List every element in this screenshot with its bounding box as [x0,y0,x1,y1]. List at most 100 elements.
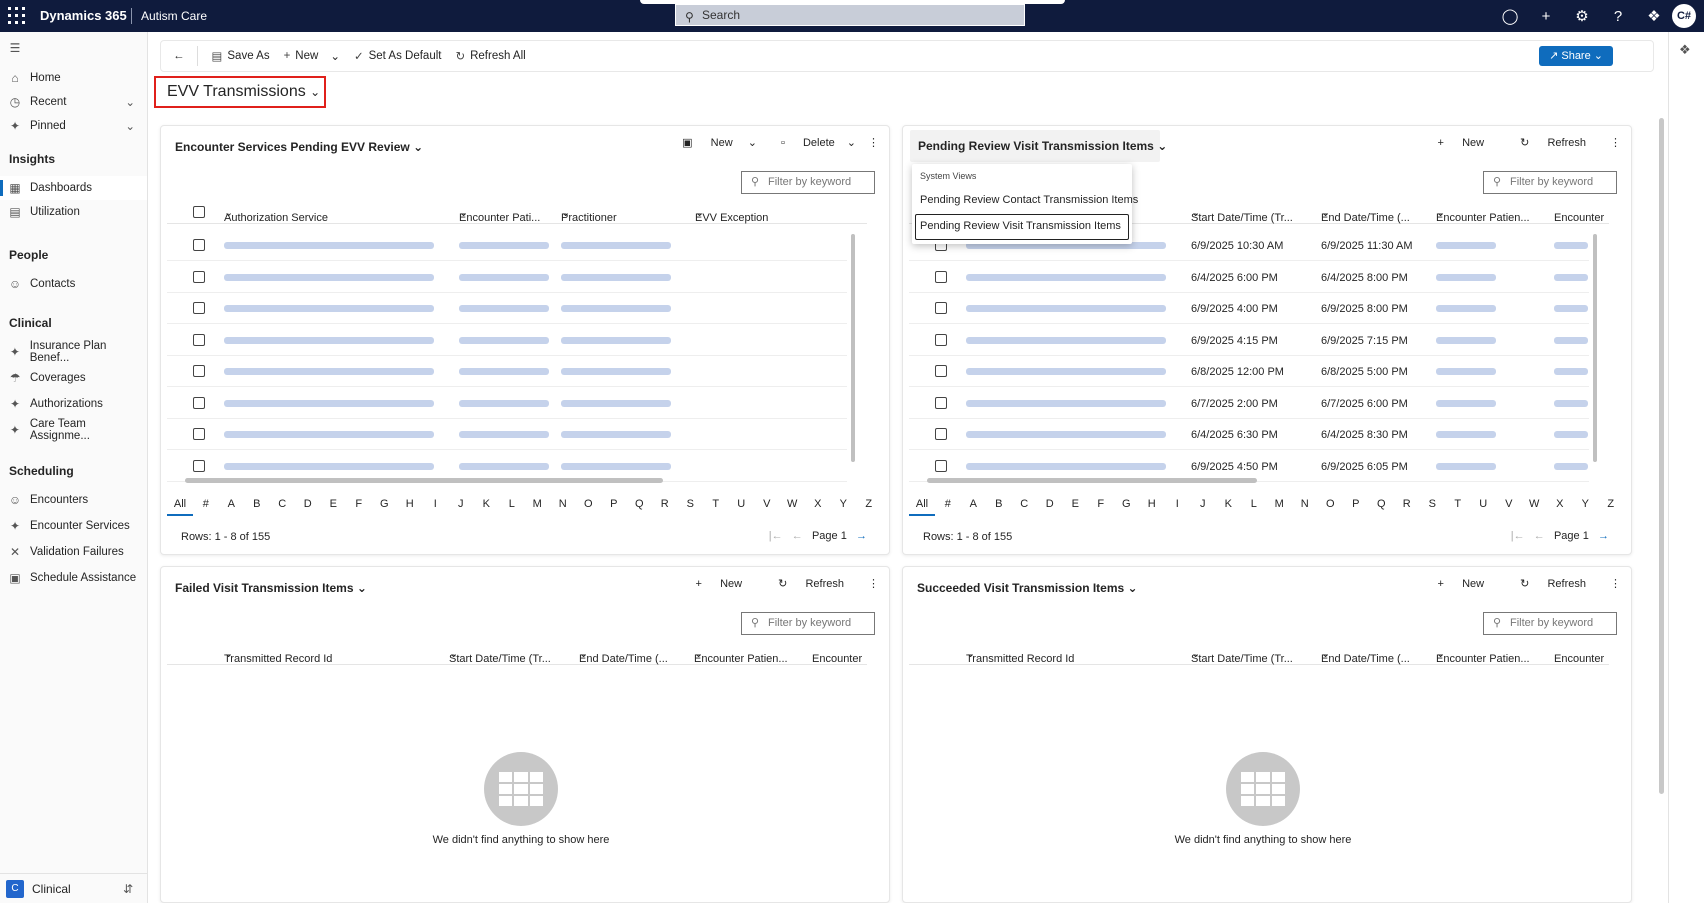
redacted-cell[interactable] [224,303,434,315]
redacted-cell[interactable] [1436,366,1496,378]
row-checkbox[interactable] [935,270,947,283]
alphabet-letter[interactable]: Q [1369,498,1395,510]
sidebar-item-authorizations[interactable]: ✦ Authorizations [0,392,147,416]
row-checkbox[interactable] [193,333,205,346]
alphabet-letter[interactable]: D [295,498,321,510]
alphabet-letter[interactable]: Z [1598,498,1624,510]
alphabet-letter[interactable]: D [1037,498,1063,510]
sidebar-item-insurance[interactable]: ✦ Insurance Plan Benef... [0,340,147,364]
select-all-checkbox[interactable] [193,206,205,218]
redacted-cell[interactable] [459,461,549,473]
alphabet-letter[interactable]: R [652,498,678,510]
table-row[interactable] [167,262,847,293]
table-row[interactable] [167,451,847,482]
next-page-icon[interactable]: → [856,530,867,542]
filter-input[interactable]: ⚲ Filter by keyword [741,612,875,635]
alphabet-letter[interactable]: M [1267,498,1293,510]
alphabet-letter[interactable]: U [729,498,755,510]
start-time-cell[interactable]: 6/7/2025 2:00 PM [1191,398,1278,410]
column-header[interactable]: Start Date/Time (Tr... ⌄ [1191,206,1293,224]
redacted-cell[interactable] [1436,398,1496,410]
end-time-cell[interactable]: 6/4/2025 8:00 PM [1321,272,1408,284]
grid-horizontal-scrollbar[interactable] [185,478,663,483]
sidebar-item-utilization[interactable]: ▤ Utilization [0,200,147,224]
brand-title[interactable]: Dynamics 365 [40,8,127,23]
start-time-cell[interactable]: 6/9/2025 4:15 PM [1191,335,1278,347]
redacted-cell[interactable] [966,335,1166,347]
end-time-cell[interactable]: 6/4/2025 8:30 PM [1321,429,1408,441]
app-name[interactable]: Autism Care [141,9,207,23]
set-as-default-button[interactable]: ✓ Set As Default [354,49,442,63]
redacted-cell[interactable] [1554,366,1588,378]
alphabet-letter[interactable]: R [1394,498,1420,510]
more-icon[interactable]: ⋮ [1610,577,1621,590]
alphabet-letter[interactable]: A [219,498,245,510]
table-row[interactable] [167,325,847,356]
table-row[interactable]: 6/9/2025 4:50 PM 6/9/2025 6:05 PM [909,451,1589,482]
redacted-cell[interactable] [966,272,1166,284]
alphabet-letter[interactable]: V [1496,498,1522,510]
alphabet-letter[interactable]: X [1547,498,1573,510]
end-time-cell[interactable]: 6/9/2025 11:30 AM [1321,240,1413,252]
column-header[interactable]: Encounter Patien... ⌄ [694,647,788,665]
redacted-cell[interactable] [224,398,434,410]
column-header[interactable]: Start Date/Time (Tr... ⌄ [449,647,551,665]
new-button[interactable]: ▣ New ⌄ [670,136,757,149]
table-row[interactable] [167,356,847,387]
back-button[interactable]: ← [173,50,185,62]
row-checkbox[interactable] [193,428,205,440]
alphabet-letter[interactable]: G [1114,498,1140,510]
alphabet-letter[interactable]: V [754,498,780,510]
redacted-cell[interactable] [561,366,671,378]
alphabet-letter[interactable]: H [397,498,423,510]
alphabet-letter[interactable]: I [423,498,449,510]
end-time-cell[interactable]: 6/9/2025 8:00 PM [1321,303,1408,315]
redacted-cell[interactable] [1436,335,1496,347]
chevron-down-icon[interactable]: ⌄ [847,136,856,149]
column-header[interactable]: End Date/Time (... ⌄ [579,647,668,665]
alphabet-letter[interactable]: P [1343,498,1369,510]
page-scrollbar[interactable] [1659,118,1664,794]
alphabet-letter[interactable]: B [244,498,270,510]
table-row[interactable] [167,293,847,324]
sidebar-item-validation-failures[interactable]: ✕ Validation Failures [0,540,147,564]
alphabet-letter[interactable]: I [1165,498,1191,510]
alphabet-letter[interactable]: K [474,498,500,510]
new-button[interactable]: + New ⌄ [284,49,340,63]
redacted-cell[interactable] [966,366,1166,378]
end-time-cell[interactable]: 6/9/2025 6:05 PM [1321,461,1408,473]
table-row[interactable] [167,419,847,450]
start-time-cell[interactable]: 6/9/2025 4:00 PM [1191,303,1278,315]
alphabet-letter[interactable]: W [1522,498,1548,510]
table-row[interactable]: 6/4/2025 6:00 PM 6/4/2025 8:00 PM [909,262,1589,293]
redacted-cell[interactable] [561,240,671,252]
redacted-cell[interactable] [561,461,671,473]
prev-page-icon[interactable]: ← [1534,530,1545,542]
redacted-cell[interactable] [1554,461,1588,473]
first-page-icon[interactable]: |← [769,530,783,542]
table-row[interactable]: 6/7/2025 2:00 PM 6/7/2025 6:00 PM [909,388,1589,419]
dropdown-item-contact[interactable]: Pending Review Contact Transmission Item… [920,194,1138,206]
redacted-cell[interactable] [1436,429,1496,441]
table-row[interactable]: 6/4/2025 6:30 PM 6/4/2025 8:30 PM [909,419,1589,450]
redacted-cell[interactable] [966,461,1166,473]
column-header[interactable]: End Date/Time (... ⌄ [1321,647,1410,665]
lightbulb-icon[interactable]: ◯ [1492,7,1528,25]
alphabet-letter[interactable]: F [346,498,372,510]
chevron-down-icon[interactable]: ⌄ [330,49,340,63]
alphabet-letter[interactable]: L [499,498,525,510]
redacted-cell[interactable] [1554,335,1588,347]
filter-input[interactable]: ⚲ Filter by keyword [1483,171,1617,194]
start-time-cell[interactable]: 6/4/2025 6:30 PM [1191,429,1278,441]
grid-vertical-scrollbar[interactable] [851,234,855,462]
prev-page-icon[interactable]: ← [792,530,803,542]
first-page-icon[interactable]: |← [1511,530,1525,542]
alphabet-letter[interactable]: E [321,498,347,510]
row-checkbox[interactable] [193,459,205,472]
column-header[interactable]: Start Date/Time (Tr... ⌄ [1191,647,1293,665]
sidebar-item-schedule-assistance[interactable]: ▣ Schedule Assistance [0,566,147,590]
gear-icon[interactable]: ⚙ [1564,7,1600,25]
column-header[interactable]: Practitioner ⌄ [561,206,617,224]
sidebar-item-home[interactable]: ⌂ Home [0,66,147,90]
sidebar-item-care-team[interactable]: ✦ Care Team Assignme... [0,418,147,442]
